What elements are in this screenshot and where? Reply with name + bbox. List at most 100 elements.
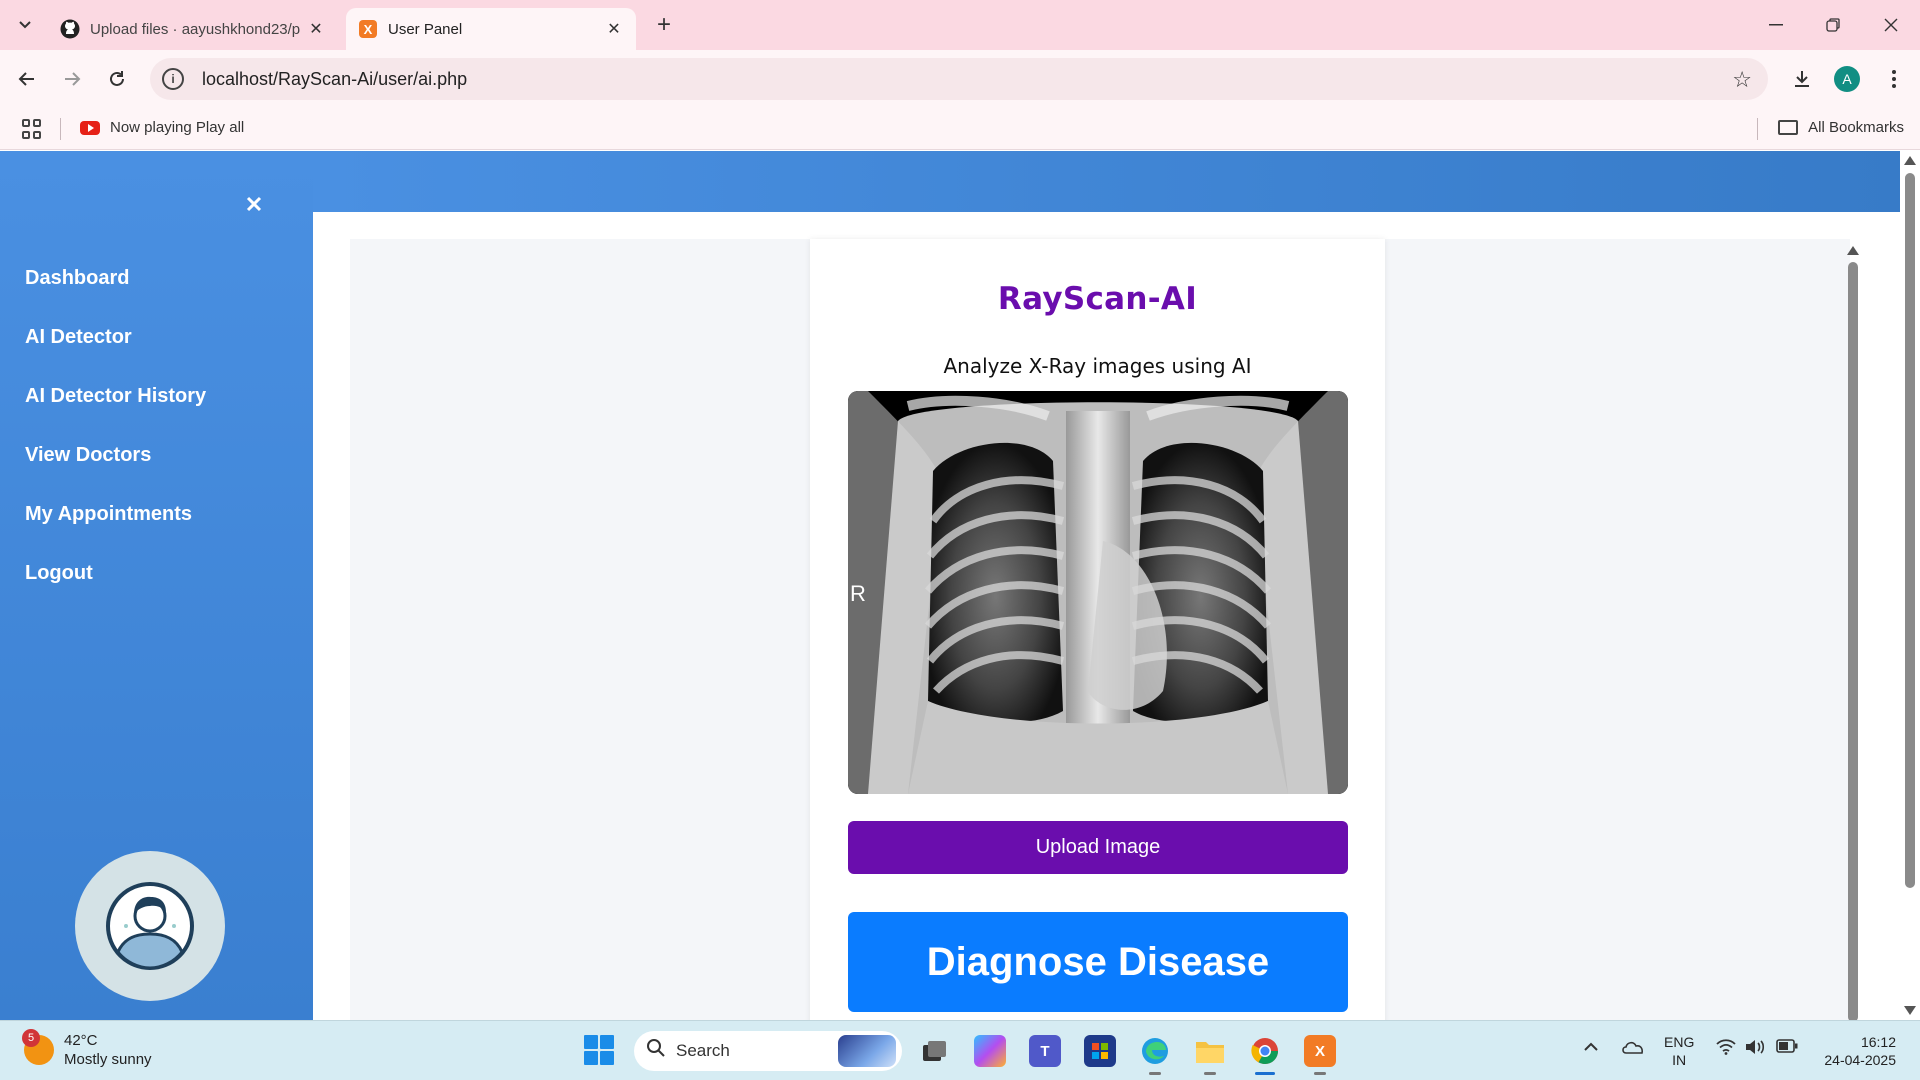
url-text[interactable]: localhost/RayScan-Ai/user/ai.php [202, 69, 467, 90]
download-icon [1795, 71, 1809, 87]
user-avatar-icon [106, 882, 194, 970]
app-title: RayScan-AI [997, 281, 1198, 317]
tab-search-button[interactable] [10, 11, 40, 39]
new-tab-button[interactable]: + [650, 11, 678, 39]
browser-tab-bar: Upload files · aayushkhond23/p ✕ X User … [0, 0, 1920, 50]
wifi-icon[interactable] [1716, 1039, 1736, 1060]
volume-icon[interactable] [1745, 1039, 1767, 1060]
sun-icon: 5 [22, 1029, 54, 1065]
teams-icon[interactable]: T [1029, 1035, 1061, 1067]
onedrive-icon[interactable] [1621, 1039, 1645, 1060]
arrow-right-icon [65, 72, 81, 86]
close-icon[interactable]: ✕ [306, 19, 326, 39]
file-explorer-icon[interactable] [1194, 1035, 1226, 1075]
bookmark-separator [60, 118, 61, 140]
minimize-button[interactable] [1756, 10, 1796, 40]
windows-taskbar: 5 42°C Mostly sunny Search T X ENG IN 16… [0, 1020, 1920, 1080]
close-icon[interactable]: ✕ [604, 19, 624, 39]
close-icon [246, 196, 262, 212]
xray-image-preview: R [848, 391, 1348, 794]
profile-avatar[interactable]: A [1834, 66, 1860, 92]
chest-xray-image: R [848, 391, 1348, 794]
search-icon [646, 1038, 666, 1064]
upload-image-button[interactable]: Upload Image [848, 821, 1348, 874]
tab-user-panel[interactable]: X User Panel ✕ [346, 8, 636, 50]
arrow-left-icon [18, 72, 34, 86]
tab-title: User Panel [388, 20, 463, 38]
clock-date: 24-04-2025 [1824, 1052, 1896, 1068]
bookmarks-bar: Now playing Play all All Bookmarks [0, 108, 1920, 150]
site-info-icon[interactable]: i [162, 68, 184, 90]
search-label: Search [676, 1041, 730, 1060]
battery-icon[interactable] [1776, 1039, 1798, 1058]
browser-menu-button[interactable] [1878, 63, 1910, 95]
reload-button[interactable] [100, 62, 134, 96]
page-viewport: Dashboard AI Detector AI Detector Histor… [0, 151, 1920, 1020]
sidebar-item-my-appointments[interactable]: My Appointments [25, 485, 206, 544]
diagnose-disease-button[interactable]: Diagnose Disease [848, 912, 1348, 1012]
ai-detector-panel: RayScan-AI Analyze X-Ray images using AI [810, 239, 1385, 1020]
chrome-icon[interactable] [1249, 1035, 1281, 1075]
search-highlight-image [838, 1035, 896, 1067]
more-vertical-icon [1892, 70, 1896, 88]
copilot-icon[interactable] [974, 1035, 1006, 1067]
apps-grid-icon[interactable] [22, 119, 42, 139]
weather-widget[interactable]: 5 42°C Mostly sunny [22, 1029, 152, 1069]
weather-description: Mostly sunny [64, 1051, 152, 1068]
bookmark-separator [1757, 118, 1758, 140]
sidebar-item-view-doctors[interactable]: View Doctors [25, 426, 206, 485]
scroll-up-icon[interactable] [1904, 156, 1916, 165]
forward-button[interactable] [55, 62, 89, 96]
region-code: IN [1672, 1052, 1687, 1068]
page-scrollbar-thumb[interactable] [1905, 173, 1915, 888]
language-indicator[interactable]: ENG IN [1664, 1033, 1694, 1069]
sidebar-nav: Dashboard AI Detector AI Detector Histor… [25, 249, 206, 603]
sidebar-item-dashboard[interactable]: Dashboard [25, 249, 206, 308]
back-button[interactable] [10, 62, 44, 96]
weather-temperature: 42°C [64, 1032, 98, 1049]
sidebar-item-ai-detector[interactable]: AI Detector [25, 308, 206, 367]
weather-badge: 5 [22, 1029, 40, 1047]
bookmark-star-icon[interactable]: ☆ [1732, 67, 1752, 93]
tab-github-upload[interactable]: Upload files · aayushkhond23/p ✕ [48, 8, 338, 50]
all-bookmarks-label: All Bookmarks [1808, 119, 1904, 136]
minimize-icon [1769, 24, 1783, 26]
bookmark-label: Now playing Play all [110, 119, 245, 136]
downloads-button[interactable] [1786, 63, 1818, 95]
task-view-icon[interactable] [919, 1035, 951, 1067]
user-avatar[interactable] [75, 851, 225, 1001]
chevron-down-icon [19, 21, 31, 29]
tab-title: Upload files · aayushkhond23/p [90, 20, 301, 38]
sidebar: Dashboard AI Detector AI Detector Histor… [0, 151, 313, 1020]
clock-time: 16:12 [1860, 1034, 1896, 1050]
youtube-icon [80, 120, 100, 135]
scroll-down-icon[interactable] [1904, 1006, 1916, 1015]
xampp-icon: X [358, 19, 378, 39]
edge-icon[interactable] [1139, 1035, 1171, 1075]
sidebar-item-logout[interactable]: Logout [25, 544, 206, 603]
reload-icon [110, 71, 124, 86]
store-icon[interactable] [1084, 1035, 1116, 1067]
show-hidden-icons-chevron-up-icon[interactable] [1583, 1039, 1599, 1057]
window-close-button[interactable] [1871, 10, 1911, 40]
system-clock[interactable]: 16:12 24-04-2025 [1810, 1033, 1896, 1069]
folder-icon [1778, 120, 1799, 135]
top-header-bar [313, 151, 1900, 212]
sidebar-close-button[interactable] [242, 189, 266, 219]
close-icon [1884, 18, 1898, 32]
app-subtitle: Analyze X-Ray images using AI [943, 354, 1252, 378]
restore-button[interactable] [1813, 10, 1853, 40]
frame-scrollbar-thumb[interactable] [1848, 262, 1858, 1020]
windows-start-icon[interactable] [584, 1035, 614, 1065]
address-bar[interactable]: i localhost/RayScan-Ai/user/ai.php ☆ [150, 58, 1768, 100]
frame-scroll-up-icon[interactable] [1847, 246, 1859, 255]
xray-marker-label: R [850, 581, 866, 606]
browser-toolbar: i localhost/RayScan-Ai/user/ai.php ☆ [0, 50, 1920, 108]
all-bookmarks-button[interactable]: All Bookmarks [1778, 119, 1904, 136]
language-code: ENG [1664, 1034, 1695, 1050]
restore-icon [1826, 18, 1840, 32]
sidebar-item-ai-detector-history[interactable]: AI Detector History [25, 367, 206, 426]
bookmark-now-playing[interactable]: Now playing Play all [80, 119, 244, 136]
xampp-icon[interactable]: X [1304, 1035, 1336, 1075]
taskbar-search[interactable]: Search [634, 1031, 902, 1071]
